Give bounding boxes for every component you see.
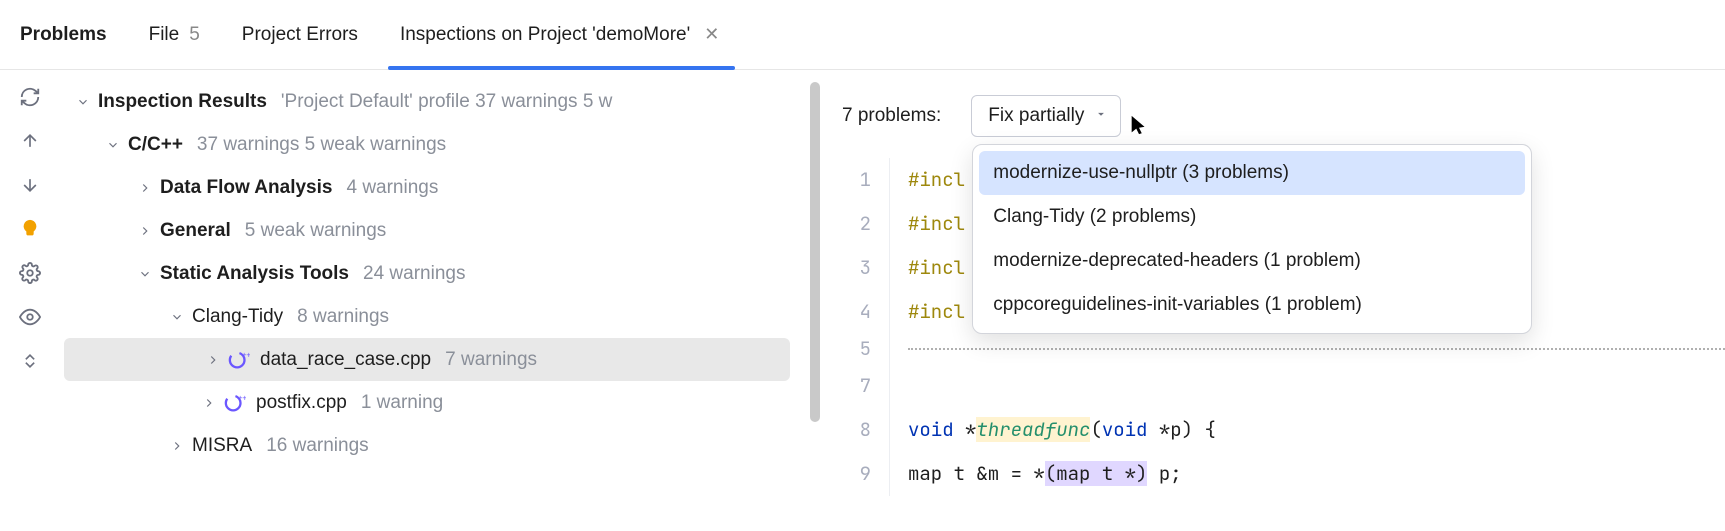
- bulb-icon[interactable]: [17, 216, 43, 242]
- chevron-right-icon[interactable]: [136, 179, 154, 197]
- code-text: #incl: [908, 246, 965, 290]
- scrollbar[interactable]: [810, 82, 820, 422]
- tab-count: 5: [189, 24, 200, 46]
- chevron-down-icon: [1094, 105, 1108, 127]
- node-hint: 1 warning: [361, 392, 443, 414]
- line-number: 3: [820, 246, 890, 290]
- node-label: Data Flow Analysis: [160, 177, 332, 199]
- tab-problems[interactable]: Problems: [20, 0, 107, 69]
- tree-node-root[interactable]: Inspection Results 'Project Default' pro…: [60, 80, 820, 123]
- line-number: 2: [820, 202, 890, 246]
- node-hint: 5 weak warnings: [245, 220, 387, 242]
- node-label: Static Analysis Tools: [160, 263, 349, 285]
- tree-node-file1[interactable]: ++ data_race_case.cpp 7 warnings: [64, 338, 790, 381]
- chevron-down-icon[interactable]: [168, 308, 186, 326]
- tree-node-misra[interactable]: MISRA 16 warnings: [60, 424, 820, 467]
- tab-label: File: [149, 24, 180, 46]
- node-label: MISRA: [192, 435, 252, 457]
- cpp-file-icon: ++: [228, 349, 250, 371]
- refresh-icon[interactable]: [17, 84, 43, 110]
- node-label: postfix.cpp: [256, 392, 347, 414]
- chevron-down-icon[interactable]: [74, 93, 92, 111]
- dropdown-item-label: cppcoreguidelines-init-variables (1 prob…: [993, 294, 1362, 316]
- dropdown-item-label: modernize-use-nullptr (3 problems): [993, 162, 1289, 184]
- dropdown-item[interactable]: modernize-use-nullptr (3 problems): [979, 151, 1525, 195]
- tree-node-sat[interactable]: Static Analysis Tools 24 warnings: [60, 252, 820, 295]
- dropdown-item[interactable]: cppcoreguidelines-init-variables (1 prob…: [979, 283, 1525, 327]
- arrow-down-icon[interactable]: [17, 172, 43, 198]
- mouse-cursor-icon: [1128, 114, 1150, 136]
- tab-label: Project Errors: [242, 24, 358, 46]
- node-hint: 24 warnings: [363, 263, 465, 285]
- chevron-right-icon[interactable]: [136, 222, 154, 240]
- fix-dropdown-menu: modernize-use-nullptr (3 problems) Clang…: [972, 144, 1532, 334]
- problem-detail-panel: 7 problems: Fix partially modernize-use-…: [820, 70, 1725, 531]
- chevron-down-icon[interactable]: [136, 265, 154, 283]
- chevron-right-icon[interactable]: [204, 351, 222, 369]
- fix-partially-dropdown[interactable]: Fix partially modernize-use-nullptr (3 p…: [971, 95, 1121, 137]
- svg-text:+: +: [242, 393, 246, 402]
- node-label: data_race_case.cpp: [260, 349, 431, 371]
- chevron-down-icon[interactable]: [104, 136, 122, 154]
- tab-inspections[interactable]: Inspections on Project 'demoMore' ✕: [400, 0, 723, 69]
- problem-header: 7 problems: Fix partially modernize-use-…: [820, 88, 1725, 144]
- tree-node-cpp[interactable]: C/C++ 37 warnings 5 weak warnings: [60, 123, 820, 166]
- node-label: C/C++: [128, 134, 183, 156]
- tab-label: Problems: [20, 24, 107, 46]
- node-hint: 37 warnings 5 weak warnings: [197, 134, 446, 156]
- folded-divider: [908, 348, 1725, 350]
- line-number: 1: [820, 158, 890, 202]
- tree-node-clang-tidy[interactable]: Clang-Tidy 8 warnings: [60, 295, 820, 338]
- tree-node-general[interactable]: General 5 weak warnings: [60, 209, 820, 252]
- top-tab-bar: Problems File 5 Project Errors Inspectio…: [0, 0, 1725, 70]
- dropdown-item-label: modernize-deprecated-headers (1 problem): [993, 250, 1361, 272]
- tab-file[interactable]: File 5: [149, 0, 200, 69]
- node-label: General: [160, 220, 231, 242]
- code-line: 5: [820, 334, 1725, 364]
- line-number: 7: [820, 364, 890, 408]
- expand-collapse-icon[interactable]: [17, 348, 43, 374]
- code-text: map t &m = *(map t *) p;: [908, 452, 1182, 496]
- node-hint: 7 warnings: [445, 349, 537, 371]
- inspection-tree: Inspection Results 'Project Default' pro…: [60, 70, 820, 531]
- code-line: 7: [820, 364, 1725, 408]
- node-label: Clang-Tidy: [192, 306, 283, 328]
- chevron-right-icon[interactable]: [200, 394, 218, 412]
- chevron-right-icon[interactable]: [168, 437, 186, 455]
- code-text: #incl: [908, 202, 965, 246]
- arrow-up-icon[interactable]: [17, 128, 43, 154]
- node-label: Inspection Results: [98, 91, 267, 113]
- node-hint: 16 warnings: [266, 435, 368, 457]
- tab-label: Inspections on Project 'demoMore': [400, 24, 690, 46]
- code-line: 9 map t &m = *(map t *) p;: [820, 452, 1725, 496]
- code-line: 8 void *threadfunc(void *p) {: [820, 408, 1725, 452]
- gear-icon[interactable]: [17, 260, 43, 286]
- dropdown-item[interactable]: Clang-Tidy (2 problems): [979, 195, 1525, 239]
- svg-text:+: +: [246, 350, 250, 359]
- dropdown-item-label: Clang-Tidy (2 problems): [993, 206, 1196, 228]
- eye-icon[interactable]: [17, 304, 43, 330]
- close-icon[interactable]: ✕: [700, 24, 723, 45]
- main-area: Inspection Results 'Project Default' pro…: [0, 70, 1725, 531]
- code-text: #incl: [908, 290, 965, 334]
- node-hint: 4 warnings: [346, 177, 438, 199]
- tab-project-errors[interactable]: Project Errors: [242, 0, 358, 69]
- line-number: 9: [820, 452, 890, 496]
- node-hint: 'Project Default' profile 37 warnings 5 …: [281, 91, 612, 113]
- dropdown-label: Fix partially: [988, 105, 1084, 127]
- tree-node-dfa[interactable]: Data Flow Analysis 4 warnings: [60, 166, 820, 209]
- dropdown-item[interactable]: modernize-deprecated-headers (1 problem): [979, 239, 1525, 283]
- node-hint: 8 warnings: [297, 306, 389, 328]
- left-tool-rail: [0, 70, 60, 531]
- cpp-file-icon: ++: [224, 392, 246, 414]
- tree-node-file2[interactable]: ++ postfix.cpp 1 warning: [60, 381, 820, 424]
- code-text: void *threadfunc(void *p) {: [908, 408, 1216, 452]
- line-number: 8: [820, 408, 890, 452]
- code-text: #incl: [908, 158, 965, 202]
- problem-count-label: 7 problems:: [842, 105, 941, 127]
